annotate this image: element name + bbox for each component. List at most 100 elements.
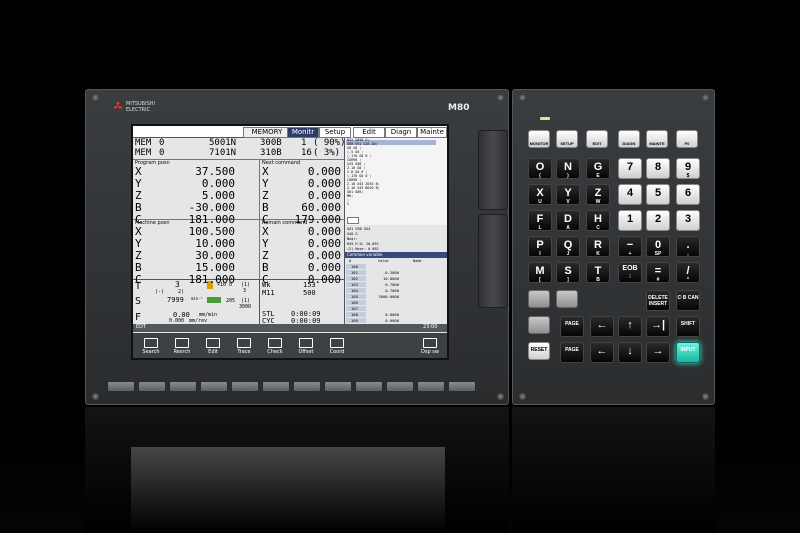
cb-cancel-key[interactable]: C·B CAN xyxy=(676,290,700,311)
func-key-diagn[interactable]: DIAGN xyxy=(618,130,640,148)
tab-monitr[interactable]: Monitr xyxy=(287,127,319,138)
cv-number: 101 xyxy=(351,270,358,275)
menu-search[interactable]: Search xyxy=(136,336,166,356)
menu-trace[interactable]: Trace xyxy=(229,336,259,356)
key-1[interactable]: 1 xyxy=(618,210,642,231)
tab-diagn[interactable]: Diagn xyxy=(385,127,417,138)
key-=[interactable]: = # xyxy=(646,262,670,283)
key-6[interactable]: 6 xyxy=(676,184,700,205)
tab-mainte[interactable]: Mainte xyxy=(417,127,447,138)
input-key[interactable]: INPUT xyxy=(676,342,700,363)
key-S[interactable]: S] xyxy=(556,262,580,283)
key-9[interactable]: 9 $ xyxy=(676,158,700,179)
lock-key[interactable] xyxy=(528,316,550,334)
hardware-function-key[interactable] xyxy=(169,381,197,392)
menu-resrch[interactable]: Resrch xyxy=(167,336,197,356)
menu-coord[interactable]: Coord xyxy=(322,336,352,356)
arrow-tab-key[interactable]: →| xyxy=(646,316,670,337)
page-down-key[interactable]: PAGE xyxy=(560,342,584,363)
key-F[interactable]: FL xyxy=(528,210,552,231)
key-3[interactable]: 3 xyxy=(676,210,700,231)
func-key-setup[interactable]: SETUP xyxy=(556,130,578,148)
arrow-up-key[interactable]: ↑ xyxy=(618,316,642,337)
key-R[interactable]: RK xyxy=(586,236,610,257)
arrow-down-key[interactable]: ↓ xyxy=(618,342,642,363)
page-up-key[interactable]: PAGE xyxy=(560,316,584,337)
key-7[interactable]: 7 xyxy=(618,158,642,179)
key-T[interactable]: TB xyxy=(586,262,610,283)
hardware-function-key[interactable] xyxy=(324,381,352,392)
hardware-function-key[interactable] xyxy=(231,381,259,392)
key-2[interactable]: 2 xyxy=(646,210,670,231)
page-up-key-label: PAGE xyxy=(565,321,579,327)
cv-value[interactable]: 0.7000 xyxy=(367,288,399,293)
hardware-function-key[interactable] xyxy=(107,381,135,392)
arrow-left-icon: ← xyxy=(596,345,608,357)
cv-value[interactable]: 0.0000 xyxy=(367,318,399,323)
key-8[interactable]: 8 xyxy=(646,158,670,179)
menu-label: Dsp sw xyxy=(421,349,439,355)
key-O[interactable]: O( xyxy=(528,158,552,179)
key-EOB[interactable]: EOB; xyxy=(618,262,642,283)
hardware-function-key[interactable] xyxy=(386,381,414,392)
side-button-upper[interactable] xyxy=(478,130,508,210)
cv-value[interactable]: 0.7000 xyxy=(367,282,399,287)
status-b: ( 3%) xyxy=(313,148,341,158)
key-0[interactable]: 0 SP xyxy=(646,236,670,257)
key-H[interactable]: HC xyxy=(586,210,610,231)
key-main-label: 4 xyxy=(626,187,634,199)
key-4[interactable]: 4 xyxy=(618,184,642,205)
scroll-tag[interactable] xyxy=(347,217,359,224)
calc-key[interactable] xyxy=(556,290,578,308)
reset-button[interactable]: RESET xyxy=(528,342,550,360)
cv-number: 102 xyxy=(351,276,358,281)
key-.[interactable]: ., xyxy=(676,236,700,257)
hardware-function-key[interactable] xyxy=(448,381,476,392)
key-Z[interactable]: ZW xyxy=(586,184,610,205)
menu-offset[interactable]: Offset xyxy=(291,336,321,356)
model-label: M80 xyxy=(448,103,470,113)
key-D[interactable]: DA xyxy=(556,210,580,231)
menu-edit[interactable]: Edit xyxy=(198,336,228,356)
func-key-f0[interactable]: F0 xyxy=(676,130,698,148)
key-X[interactable]: XU xyxy=(528,184,552,205)
arrow-left-key[interactable]: ← xyxy=(590,342,614,363)
key-Y[interactable]: YV xyxy=(556,184,580,205)
hardware-function-key[interactable] xyxy=(138,381,166,392)
cv-value[interactable]: 0.0000 xyxy=(367,312,399,317)
key-P[interactable]: PI xyxy=(528,236,552,257)
shift-key[interactable]: SHIFT xyxy=(676,316,700,337)
menu-blank[interactable] xyxy=(384,336,414,356)
hardware-function-key[interactable] xyxy=(293,381,321,392)
undo-key[interactable] xyxy=(528,290,550,308)
tab-setup[interactable]: Setup xyxy=(319,127,351,138)
hardware-function-key[interactable] xyxy=(417,381,445,392)
hardware-function-key[interactable] xyxy=(200,381,228,392)
menu-dsp-sw[interactable]: Dsp sw xyxy=(415,336,445,356)
hardware-function-key[interactable] xyxy=(355,381,383,392)
func-key-edit[interactable]: EDIT xyxy=(586,130,608,148)
key-N[interactable]: N) xyxy=(556,158,580,179)
hardware-function-key[interactable] xyxy=(262,381,290,392)
key-Q[interactable]: QJ xyxy=(556,236,580,257)
cv-value[interactable]: -0.2000 xyxy=(367,270,399,275)
tab-edit[interactable]: Edit xyxy=(353,127,385,138)
key-M[interactable]: M[ xyxy=(528,262,552,283)
delete-insert-key[interactable]: DELETE INSERT xyxy=(646,290,670,311)
cv-value[interactable]: 3000.0000 xyxy=(367,294,399,299)
key-/[interactable]: / * xyxy=(676,262,700,283)
cb-cancel-key-label: C·B CAN xyxy=(677,295,699,301)
key-−[interactable]: − + xyxy=(618,236,642,257)
menu-blank[interactable] xyxy=(353,336,383,356)
cv-value[interactable]: 10.0000 xyxy=(367,276,399,281)
key-5[interactable]: 5 xyxy=(646,184,670,205)
key-main-label: N xyxy=(564,161,572,173)
arrow-right-key[interactable]: → xyxy=(646,342,670,363)
key-G[interactable]: GE xyxy=(586,158,610,179)
arrow-left-key[interactable]: ← xyxy=(590,316,614,337)
menu-check[interactable]: Check xyxy=(260,336,290,356)
key-main-label: D xyxy=(564,213,572,225)
side-button-lower[interactable] xyxy=(478,214,508,308)
func-key-monitor[interactable]: MONITOR xyxy=(528,130,550,148)
func-key-mainte[interactable]: MAINTE xyxy=(646,130,668,148)
